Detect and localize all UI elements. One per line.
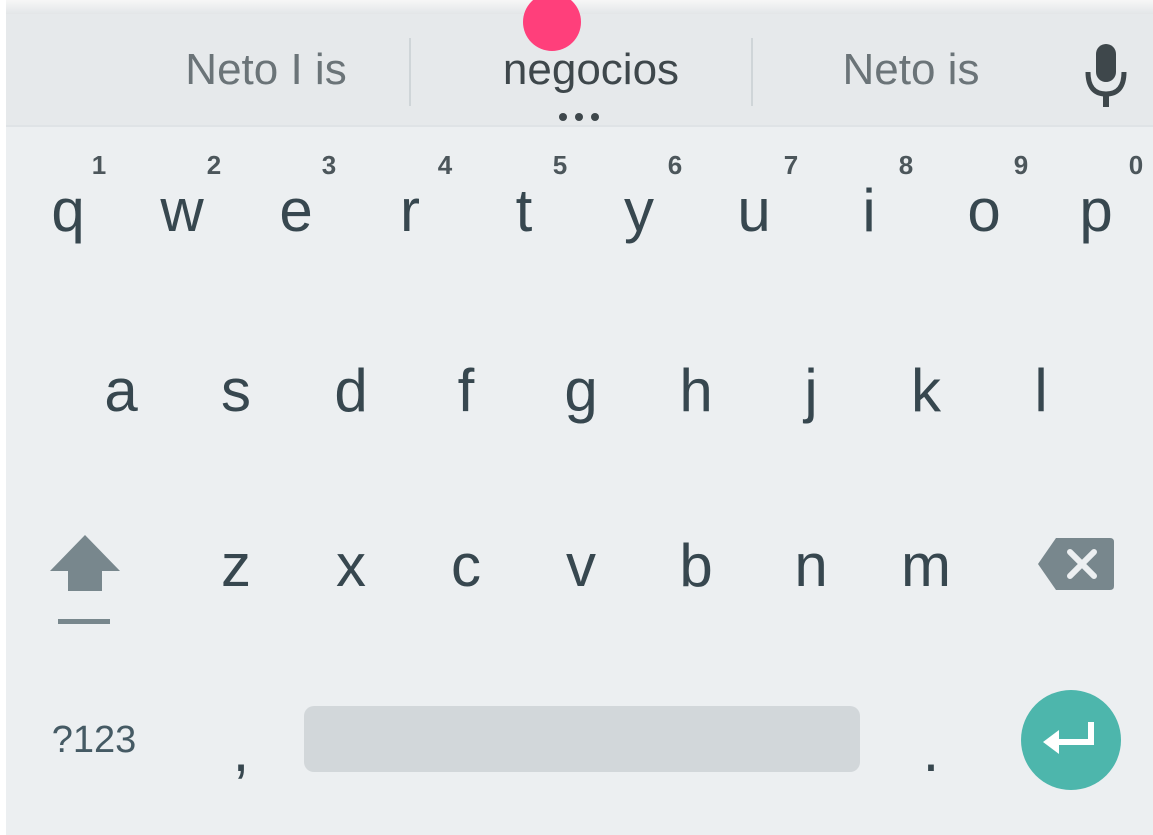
more-dots-icon[interactable] bbox=[559, 113, 599, 123]
dot bbox=[575, 113, 583, 121]
enter-key[interactable] bbox=[1021, 690, 1121, 790]
shift-key[interactable] bbox=[46, 525, 124, 635]
key-hint: 2 bbox=[206, 150, 222, 180]
suggestion-1[interactable]: Neto I is bbox=[116, 14, 416, 125]
dot bbox=[559, 113, 567, 121]
key-l[interactable]: l bbox=[984, 325, 1098, 455]
suggestion-3[interactable]: Neto is bbox=[766, 14, 1056, 125]
key-s[interactable]: s bbox=[179, 325, 293, 455]
key-h[interactable]: h bbox=[639, 325, 753, 455]
key-hint: 4 bbox=[437, 150, 453, 180]
key-hint: 9 bbox=[1013, 150, 1029, 180]
key-hint: 1 bbox=[91, 150, 107, 180]
key-hint: 3 bbox=[321, 150, 337, 180]
key-m[interactable]: m bbox=[869, 500, 983, 630]
suggestion-2[interactable]: negocios bbox=[426, 14, 756, 125]
period-key[interactable]: . bbox=[896, 700, 966, 800]
key-z[interactable]: z bbox=[179, 500, 293, 630]
comma-key[interactable]: , bbox=[206, 700, 276, 800]
key-a[interactable]: a bbox=[64, 325, 178, 455]
key-x[interactable]: x bbox=[294, 500, 408, 630]
key-b[interactable]: b bbox=[639, 500, 753, 630]
key-f[interactable]: f bbox=[409, 325, 523, 455]
keyboard-frame: Neto I is negocios Neto is q 1 w 2 e 3 r… bbox=[6, 0, 1153, 835]
key-hint: 6 bbox=[667, 150, 683, 180]
key-c[interactable]: c bbox=[409, 500, 523, 630]
key-hint: 8 bbox=[898, 150, 914, 180]
suggestion-divider bbox=[409, 38, 411, 106]
dot bbox=[591, 113, 599, 121]
suggestion-divider bbox=[751, 38, 753, 106]
key-v[interactable]: v bbox=[524, 500, 638, 630]
key-g[interactable]: g bbox=[524, 325, 638, 455]
key-hint: 5 bbox=[552, 150, 568, 180]
shift-icon bbox=[50, 535, 120, 624]
backspace-key[interactable] bbox=[1036, 530, 1116, 600]
key-d[interactable]: d bbox=[294, 325, 408, 455]
key-j[interactable]: j bbox=[754, 325, 868, 455]
microphone-icon[interactable] bbox=[1082, 42, 1130, 112]
key-hint: 0 bbox=[1128, 150, 1144, 180]
symbols-key[interactable]: ?123 bbox=[34, 700, 154, 780]
backspace-icon bbox=[1038, 538, 1114, 590]
space-bar[interactable] bbox=[304, 706, 860, 772]
key-n[interactable]: n bbox=[754, 500, 868, 630]
enter-icon bbox=[1043, 722, 1094, 754]
key-k[interactable]: k bbox=[869, 325, 983, 455]
key-hint: 7 bbox=[783, 150, 799, 180]
